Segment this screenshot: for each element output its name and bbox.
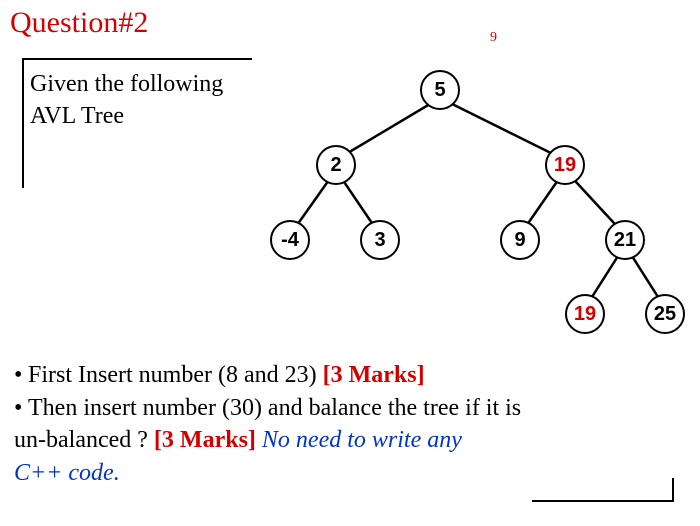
- prompt-line-1: Given the following: [30, 68, 252, 100]
- corner-bracket: [532, 478, 674, 502]
- instruction-line-1: •First Insert number (8 and 23) [3 Marks…: [14, 360, 680, 391]
- prompt-box: Given the following AVL Tree: [22, 58, 252, 188]
- instr4-note: C++ code.: [14, 460, 120, 486]
- instr3-text: un-balanced ?: [14, 427, 154, 453]
- bullet-icon: •: [14, 393, 28, 424]
- instr1-text: First Insert number (8 and 23): [28, 362, 323, 388]
- tree-node-ll: -4: [270, 220, 310, 260]
- bullet-icon: •: [14, 360, 28, 391]
- tree-node-r: 19: [545, 145, 585, 185]
- instruction-line-2: •Then insert number (30) and balance the…: [14, 393, 680, 424]
- instructions: •First Insert number (8 and 23) [3 Marks…: [14, 360, 680, 491]
- instr3-note: No need to write any: [262, 427, 462, 453]
- tree-node-lr: 3: [360, 220, 400, 260]
- tree-node-rrr: 25: [645, 294, 685, 334]
- tree-node-root: 5: [420, 70, 460, 110]
- tree-node-rrl: 19: [565, 294, 605, 334]
- tree-node-rr: 21: [605, 220, 645, 260]
- tree-node-l: 2: [316, 145, 356, 185]
- tree-edges: [240, 50, 700, 350]
- prompt-line-2: AVL Tree: [30, 100, 252, 132]
- instruction-line-3: un-balanced ? [3 Marks] No need to write…: [14, 425, 680, 456]
- instr2-text: Then insert number (30) and balance the …: [28, 395, 521, 421]
- instr3-marks: [3 Marks]: [154, 427, 256, 453]
- instr1-marks: [3 Marks]: [323, 362, 425, 388]
- avl-tree-diagram: 5 2 19 -4 3 9 21 19 25: [240, 50, 700, 350]
- slide-number: 9: [490, 30, 497, 46]
- tree-node-rl: 9: [500, 220, 540, 260]
- question-title: Question#2: [10, 6, 148, 40]
